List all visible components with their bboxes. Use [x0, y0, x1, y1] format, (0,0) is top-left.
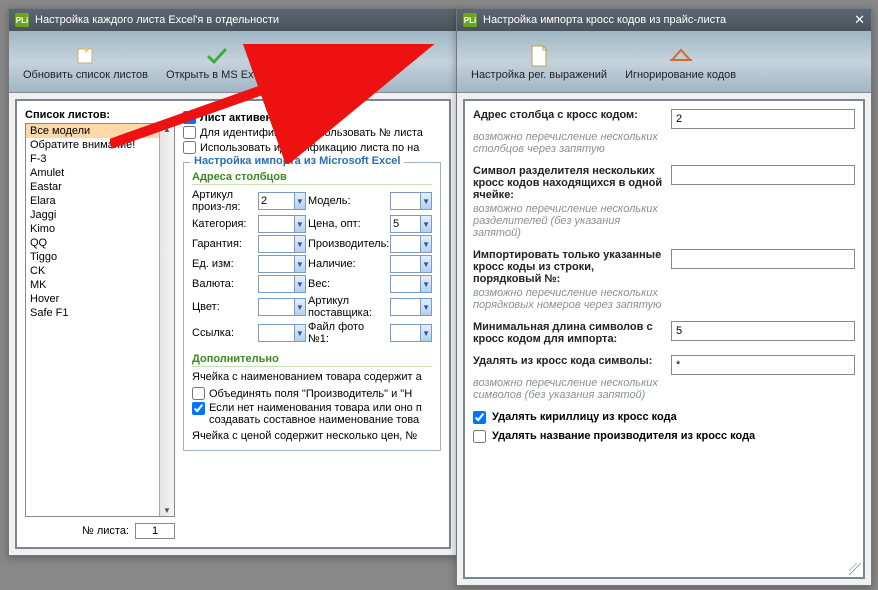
- chevron-down-icon[interactable]: ▼: [294, 276, 305, 292]
- extra-subhead: Дополнительно: [192, 353, 432, 367]
- refresh-sheets-button[interactable]: Обновить список листов: [15, 34, 156, 90]
- window-title: Настройка импорта кросс кодов из прайс-л…: [483, 14, 726, 26]
- category-combo[interactable]: ▼: [258, 215, 306, 233]
- sheet-item[interactable]: Kimo: [26, 222, 174, 236]
- sheet-item[interactable]: Tiggo: [26, 250, 174, 264]
- import-only-label: Импортировать только указанные кросс код…: [473, 249, 663, 285]
- sheet-item[interactable]: Все модели: [26, 124, 174, 138]
- sheet-item[interactable]: Elara: [26, 194, 174, 208]
- chevron-down-icon[interactable]: ▼: [420, 216, 431, 232]
- photo-combo[interactable]: ▼: [390, 324, 432, 342]
- manufacturer-combo[interactable]: ▼: [390, 235, 432, 253]
- fieldset-legend: Настройка импорта из Microsoft Excel: [190, 155, 404, 167]
- separator-label: Символ разделителя нескольких кросс кодо…: [473, 165, 663, 201]
- sheet-no-input[interactable]: [135, 523, 175, 539]
- sheet-item[interactable]: QQ: [26, 236, 174, 250]
- titlebar-left: PLi Настройка каждого листа Excel'я в от…: [9, 9, 457, 31]
- chevron-down-icon[interactable]: ▼: [294, 236, 305, 252]
- import-only-input[interactable]: [671, 249, 855, 269]
- ident-num-checkbox[interactable]: [183, 126, 196, 139]
- sheet-item[interactable]: MK: [26, 278, 174, 292]
- weight-combo[interactable]: ▼: [390, 275, 432, 293]
- warranty-combo[interactable]: ▼: [258, 235, 306, 253]
- resize-grip[interactable]: [849, 563, 861, 575]
- chevron-down-icon[interactable]: ▼: [294, 325, 305, 341]
- body-right: Адрес столбца с кросс кодом: возможно пе…: [463, 99, 865, 579]
- sheet-item[interactable]: Jaggi: [26, 208, 174, 222]
- remove-cyrillic-checkbox[interactable]: [473, 411, 486, 424]
- col-addr-hint: возможно перечисление нескольких столбцо…: [473, 131, 663, 155]
- chevron-down-icon[interactable]: ▼: [294, 193, 305, 209]
- stock-combo[interactable]: ▼: [390, 255, 432, 273]
- ignore-codes-button[interactable]: Игнорирование кодов: [617, 34, 744, 90]
- scrollbar[interactable]: [159, 124, 174, 516]
- body-left: Список листов: Все моделиОбратите вниман…: [15, 99, 451, 549]
- chevron-down-icon[interactable]: ▼: [420, 325, 431, 341]
- col-addr-label: Адрес столбца с кросс кодом:: [473, 109, 663, 129]
- min-len-label: Минимальная длина символов с кросс кодом…: [473, 321, 663, 345]
- window-title: Настройка каждого листа Excel'я в отдель…: [35, 14, 279, 26]
- chevron-down-icon[interactable]: ▼: [420, 236, 431, 252]
- more-button[interactable]: Дополнительно: [278, 34, 373, 90]
- sheets-title: Список листов:: [25, 109, 175, 121]
- remove-sym-hint: возможно перечисление нескольких символо…: [473, 377, 663, 401]
- separator-hint: возможно перечисление нескольких раздели…: [473, 203, 663, 239]
- refresh-icon: [72, 43, 100, 69]
- toolbar-left: Обновить список листов Открыть в MS Exce…: [9, 31, 457, 93]
- sheets-config-window: PLi Настройка каждого листа Excel'я в от…: [8, 8, 458, 556]
- compose-name-checkbox[interactable]: [192, 402, 205, 415]
- cross-codes-config-window: PLi Настройка импорта кросс кодов из пра…: [456, 8, 872, 586]
- remove-sym-input[interactable]: [671, 355, 855, 375]
- cols-subhead: Адреса столбцов: [192, 171, 432, 185]
- model-combo[interactable]: ▼: [390, 192, 432, 210]
- ident-name-checkbox[interactable]: [183, 141, 196, 154]
- price-cell-note: Ячейка с ценой содержит несколько цен, №: [192, 430, 432, 442]
- document-icon: [525, 43, 553, 69]
- app-icon: PLi: [15, 13, 29, 27]
- sheet-item[interactable]: Safe F1: [26, 306, 174, 320]
- price-combo[interactable]: ▼: [390, 215, 432, 233]
- min-len-input[interactable]: [671, 321, 855, 341]
- article-combo[interactable]: ▼: [258, 192, 306, 210]
- sheet-item[interactable]: F-3: [26, 152, 174, 166]
- supplier-article-combo[interactable]: ▼: [390, 298, 432, 316]
- open-excel-button[interactable]: Открыть в MS Excel: [158, 34, 276, 90]
- chevron-down-icon[interactable]: ▼: [420, 299, 431, 315]
- col-addr-input[interactable]: [671, 109, 855, 129]
- chevron-down-icon[interactable]: ▼: [294, 256, 305, 272]
- chevron-down-icon[interactable]: ▼: [420, 193, 431, 209]
- sheet-item[interactable]: Обратите внимание!: [26, 138, 174, 152]
- import-only-hint: возможно перечисление нескольких порядко…: [473, 287, 663, 311]
- chevron-down-icon[interactable]: ▼: [294, 299, 305, 315]
- separator-input[interactable]: [671, 165, 855, 185]
- import-fieldset: Настройка импорта из Microsoft Excel Адр…: [183, 162, 441, 451]
- app-icon: PLi: [463, 13, 477, 27]
- check-icon: [203, 43, 231, 69]
- sheet-item[interactable]: Eastar: [26, 180, 174, 194]
- currency-combo[interactable]: ▼: [258, 275, 306, 293]
- sheets-listbox[interactable]: Все моделиОбратите внимание!F-3AmuletEas…: [25, 123, 175, 517]
- sheet-active-checkbox[interactable]: [183, 111, 196, 124]
- regex-settings-button[interactable]: Настройка рег. выражений: [463, 34, 615, 90]
- sheet-no-label: № листа:: [82, 525, 129, 537]
- chevron-down-icon[interactable]: ▼: [294, 216, 305, 232]
- sheet-item[interactable]: Hover: [26, 292, 174, 306]
- sheet-item[interactable]: CK: [26, 264, 174, 278]
- close-button[interactable]: ✕: [854, 12, 865, 28]
- remove-sym-label: Удалять из кросс кода символы:: [473, 355, 663, 375]
- chevron-down-icon[interactable]: ▼: [420, 256, 431, 272]
- cell-contains-note: Ячейка с наименованием товара содержит а: [192, 371, 432, 383]
- gear-icon: [311, 43, 339, 69]
- merge-fields-checkbox[interactable]: [192, 387, 205, 400]
- unit-combo[interactable]: ▼: [258, 255, 306, 273]
- link-combo[interactable]: ▼: [258, 324, 306, 342]
- remove-manufacturer-checkbox[interactable]: [473, 430, 486, 443]
- toolbar-right: Настройка рег. выражений Игнорирование к…: [457, 31, 871, 93]
- ignore-icon: [667, 43, 695, 69]
- chevron-down-icon[interactable]: ▼: [420, 276, 431, 292]
- titlebar-right: PLi Настройка импорта кросс кодов из пра…: [457, 9, 871, 31]
- sheet-item[interactable]: Amulet: [26, 166, 174, 180]
- color-combo[interactable]: ▼: [258, 298, 306, 316]
